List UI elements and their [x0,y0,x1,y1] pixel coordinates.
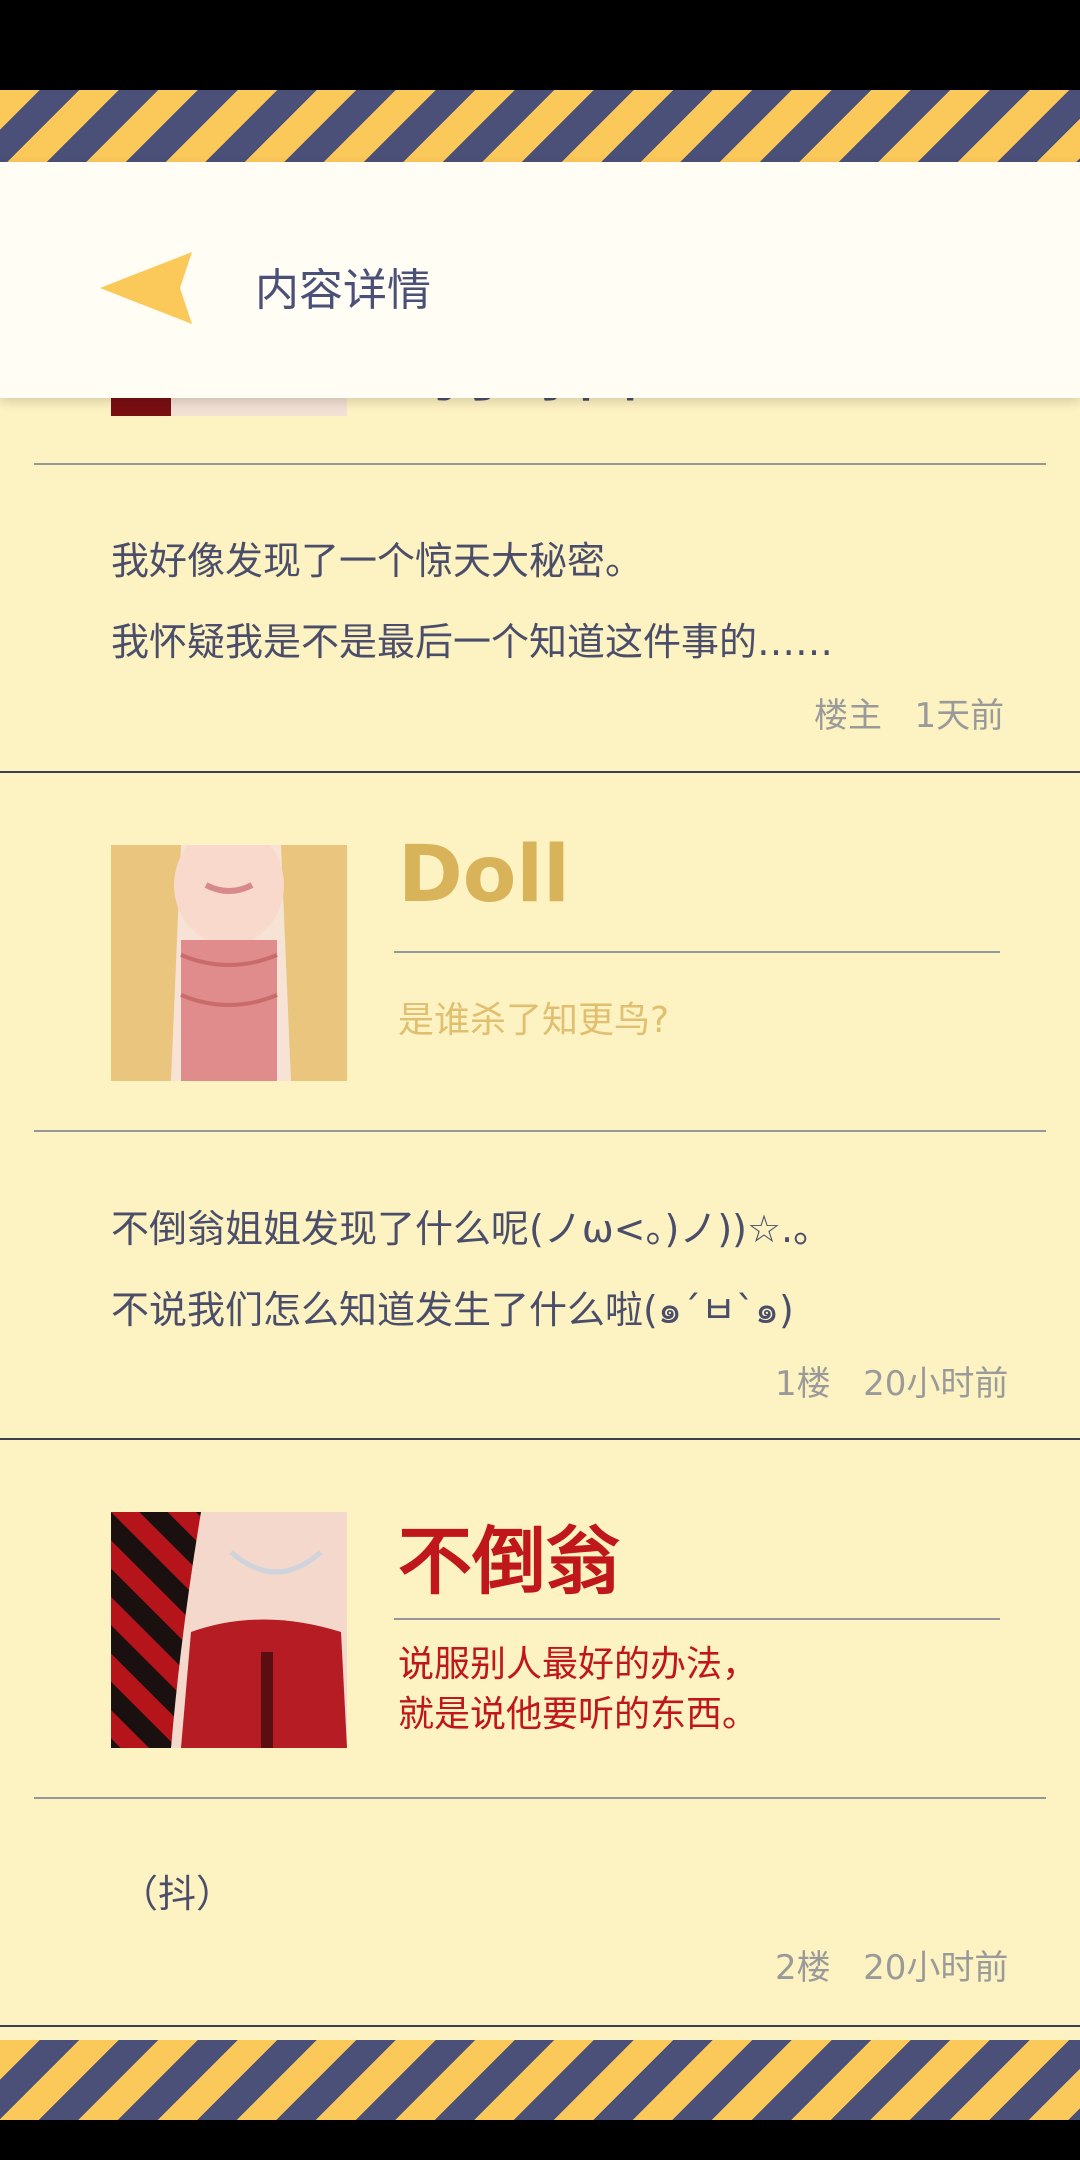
doll-post-line-1: 不倒翁姐姐发现了什么呢(ノω<。)ノ))☆.。 [111,1207,832,1251]
doll-meta: 1楼 20小时前 [775,1356,1008,1405]
doll-name-divider [394,951,1000,953]
post-separator [0,1438,1080,1440]
bottom-hazard-stripes [0,2040,1080,2120]
budaoweng-post-line-1: （抖） [120,1872,235,1916]
budaoweng-motto-line-2: 就是说他要听的东西。 [398,1694,759,1735]
doll-avatar[interactable] [111,845,347,1081]
doll-username: Doll [398,830,570,920]
budaoweng-time: 20小时前 [863,1948,1009,1988]
op-meta: 楼主 1天前 [814,688,1004,737]
navigation-bar [0,2120,1080,2160]
budaoweng-meta: 2楼 20小时前 [775,1940,1008,1989]
budaoweng-motto-line-1: 说服别人最好的办法， [398,1644,759,1685]
app-header: 内容详情 [0,162,1080,398]
op-post-line-1: 我好像发现了一个惊天大秘密。 [111,539,644,583]
budaoweng-divider [34,1797,1046,1799]
doll-divider [34,1130,1046,1132]
status-bar [0,0,1080,90]
budaoweng-floor: 2楼 [775,1948,831,1988]
budaoweng-username: 不倒翁 [398,1519,620,1605]
page-title: 内容详情 [255,265,431,316]
back-triangle-icon[interactable] [100,252,200,324]
budaoweng-name-divider [394,1618,1000,1620]
op-post-line-2: 我怀疑我是不是最后一个知道这件事的…… [111,620,834,664]
top-hazard-stripes [0,90,1080,162]
op-divider [34,463,1046,465]
post-separator [0,2025,1080,2027]
op-time: 1天前 [914,696,1005,736]
doll-motto: 是谁杀了知更鸟? [398,1000,670,1041]
doll-floor: 1楼 [775,1364,831,1404]
post-separator [0,771,1080,773]
doll-time: 20小时前 [863,1364,1009,1404]
op-floor: 楼主 [814,696,882,736]
budaoweng-avatar[interactable] [111,1512,347,1748]
doll-post-line-2: 不说我们怎么知道发生了什么啦(๑´ㅂ`๑) [111,1288,794,1332]
